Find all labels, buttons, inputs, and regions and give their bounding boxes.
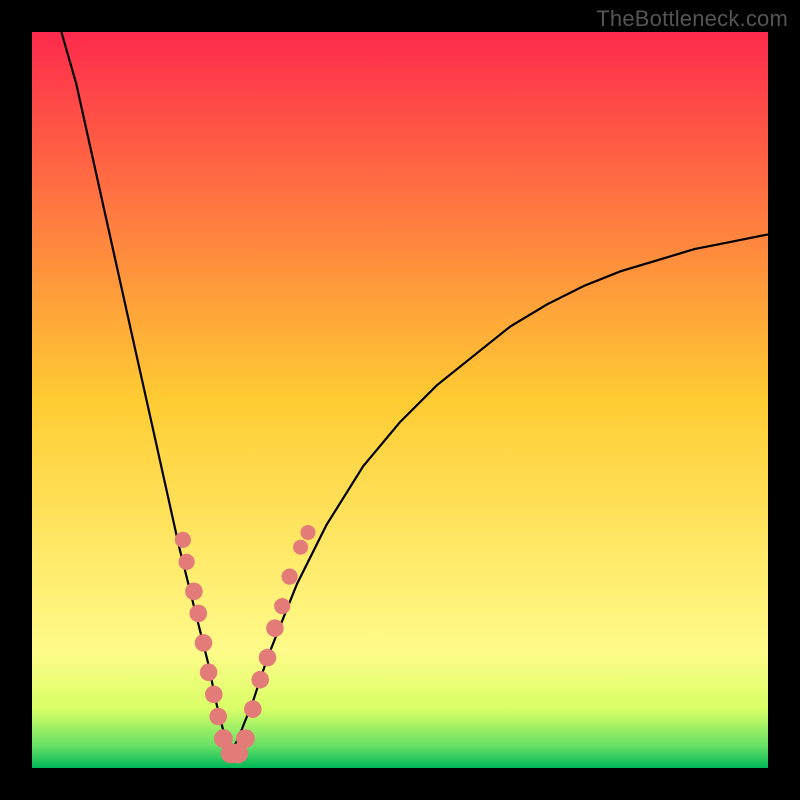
data-marker bbox=[185, 583, 203, 601]
data-marker bbox=[209, 708, 227, 726]
data-marker bbox=[274, 598, 290, 614]
watermark-text: TheBottleneck.com bbox=[596, 6, 788, 32]
data-marker bbox=[266, 619, 284, 637]
data-marker bbox=[293, 540, 308, 555]
data-marker bbox=[175, 532, 191, 548]
data-marker bbox=[190, 605, 208, 623]
data-marker bbox=[259, 649, 277, 667]
data-marker bbox=[282, 569, 298, 585]
bottleneck-curve bbox=[32, 32, 768, 768]
data-marker bbox=[301, 525, 316, 540]
data-marker bbox=[205, 686, 223, 704]
curve-right-branch bbox=[231, 234, 768, 753]
chart-frame: TheBottleneck.com bbox=[0, 0, 800, 800]
data-marker bbox=[179, 554, 195, 570]
plot-area bbox=[32, 32, 768, 768]
data-marker bbox=[195, 634, 213, 652]
data-marker bbox=[236, 729, 255, 748]
data-marker bbox=[244, 700, 262, 718]
data-marker bbox=[251, 671, 269, 689]
marker-group bbox=[175, 525, 316, 763]
data-marker bbox=[200, 664, 218, 682]
